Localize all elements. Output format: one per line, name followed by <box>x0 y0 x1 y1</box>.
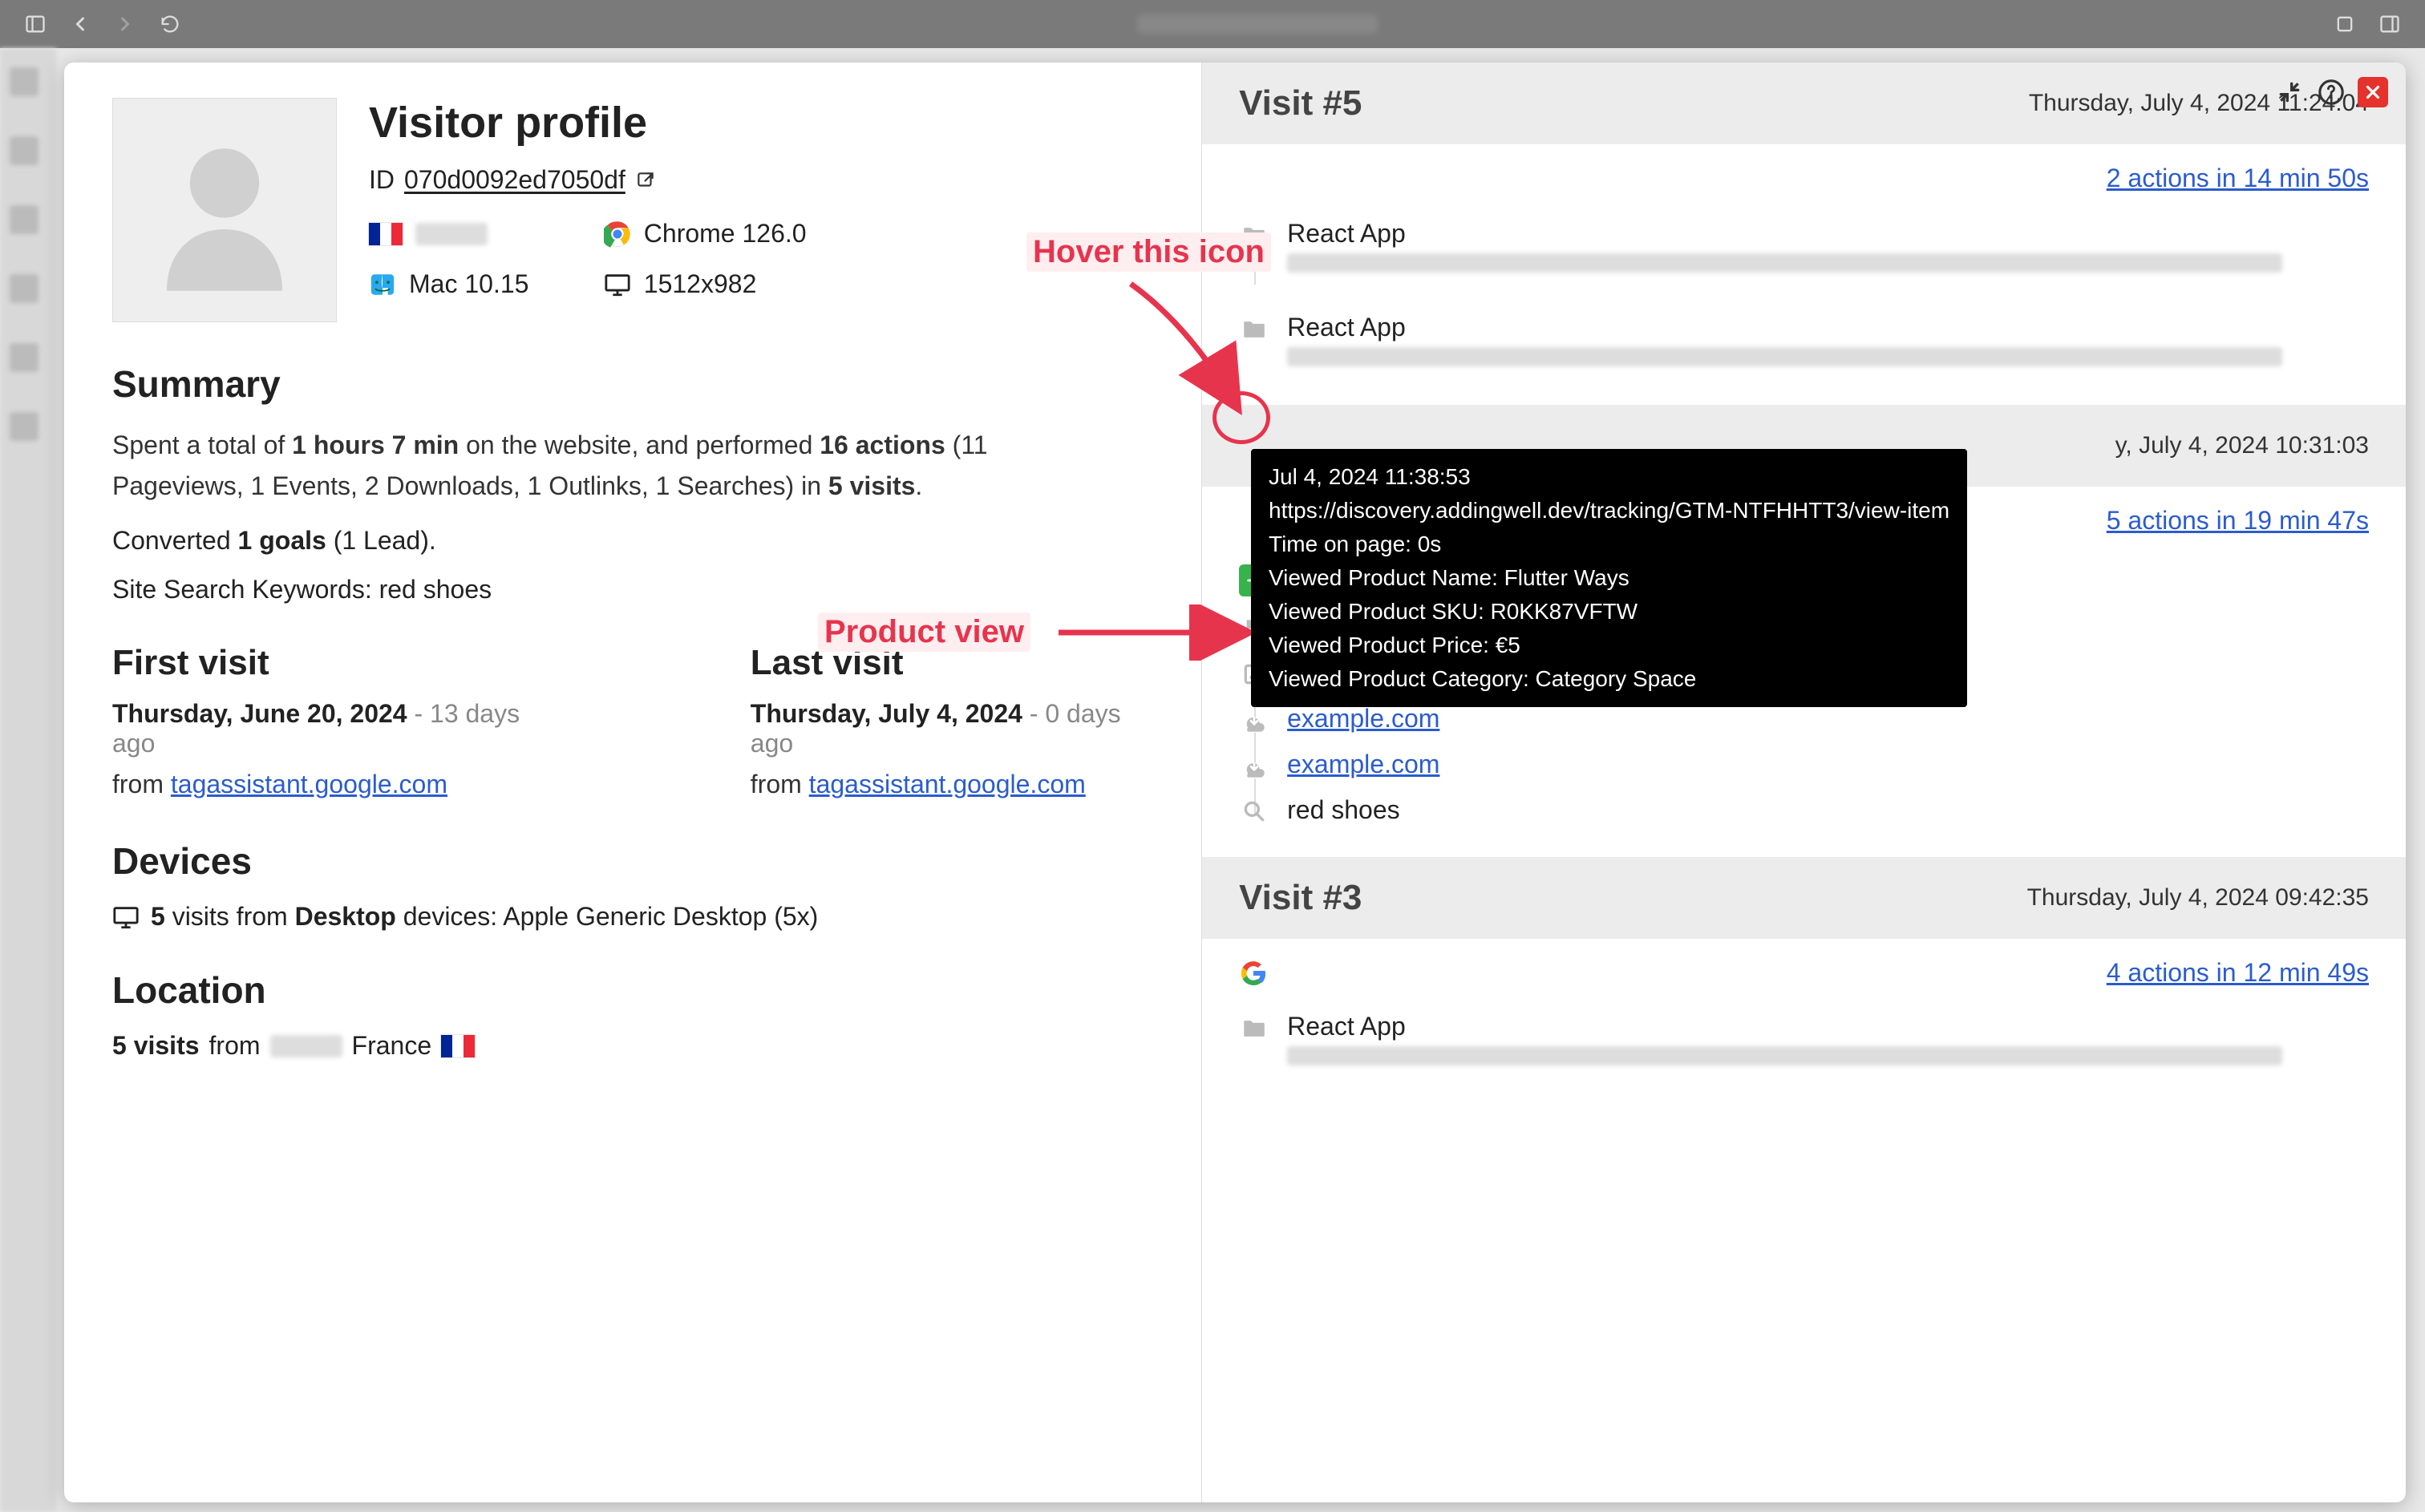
app-sidebar <box>0 48 56 1512</box>
actions-summary-link[interactable]: 5 actions in 19 min 47s <box>2107 506 2369 535</box>
location-line: 5 visits from France <box>112 1031 1145 1061</box>
minimize-icon[interactable] <box>2274 77 2305 107</box>
sidebar-toggle-icon[interactable] <box>24 13 47 35</box>
search-term: red shoes <box>1287 795 1400 824</box>
tabs-icon[interactable] <box>2378 13 2401 35</box>
monitor-icon <box>112 904 140 931</box>
devices-heading: Devices <box>112 839 1145 883</box>
annotation-arrow-icon <box>1051 604 1251 661</box>
action-row: React App <box>1239 305 2369 381</box>
visit-header: Visit #5 Thursday, July 4, 2024 11:24:04 <box>1202 63 2406 144</box>
download-icon <box>1241 753 1267 778</box>
devices-line: 5 visits from Desktop devices: Apple Gen… <box>112 902 1145 932</box>
annotation-arrow-icon <box>1115 276 1251 420</box>
visitor-id-link[interactable]: 070d0092ed7050df <box>404 165 625 195</box>
close-icon[interactable] <box>2358 77 2388 107</box>
location-heading: Location <box>112 968 1145 1012</box>
last-visit-from: from tagassistant.google.com <box>751 770 1145 799</box>
annotation-hover: Hover this icon <box>1026 232 1271 272</box>
last-visit-date: Thursday, July 4, 2024 - 0 days ago <box>751 699 1145 758</box>
action-label: React App <box>1287 313 2369 342</box>
visit-header: Visit #3 Thursday, July 4, 2024 09:42:35 <box>1202 857 2406 939</box>
action-label: React App <box>1287 1012 2369 1041</box>
visit-title: Visit #5 <box>1239 83 1362 123</box>
summary-ssk: Site Search Keywords: red shoes <box>112 575 1145 604</box>
summary-text: Spent a total of 1 hours 7 min on the we… <box>112 425 1115 507</box>
summary-heading: Summary <box>112 362 1145 406</box>
first-visit-from: from tagassistant.google.com <box>112 770 542 799</box>
first-visit-heading: First visit <box>112 643 542 683</box>
annotation-productview: Product view <box>818 612 1030 652</box>
flag-france-icon <box>369 223 403 245</box>
flag-france-icon <box>441 1035 475 1057</box>
browser-label: Chrome 126.0 <box>644 219 807 249</box>
visit-timestamp: y, July 4, 2024 10:31:03 <box>2115 432 2369 459</box>
first-visit-date: Thursday, June 20, 2024 - 13 days ago <box>112 699 542 758</box>
summary-goals: Converted 1 goals (1 Lead). <box>112 526 1145 556</box>
browser-toolbar <box>0 0 2425 48</box>
action-tooltip: Jul 4, 2024 11:38:53 https://discovery.a… <box>1251 449 1967 707</box>
finder-icon <box>369 271 396 298</box>
reload-icon[interactable] <box>159 13 181 35</box>
download-icon <box>1241 707 1267 733</box>
last-visit-referrer-link[interactable]: tagassistant.google.com <box>809 770 1086 798</box>
action-label: React App <box>1287 219 2369 249</box>
action-row: example.com <box>1239 742 2369 787</box>
page-title: Visitor profile <box>369 98 807 148</box>
forward-icon[interactable] <box>114 13 136 35</box>
resolution-label: 1512x982 <box>644 269 757 299</box>
visit-timestamp: Thursday, July 4, 2024 09:42:35 <box>2027 884 2369 912</box>
download-link[interactable]: example.com <box>1287 704 1439 733</box>
share-icon[interactable] <box>2334 13 2356 35</box>
action-url-blurred <box>1287 253 2282 273</box>
external-link-icon[interactable] <box>635 170 656 191</box>
folder-icon[interactable] <box>1241 1015 1268 1042</box>
action-row: React App <box>1239 211 2369 287</box>
id-label: ID <box>369 165 395 195</box>
help-icon[interactable] <box>2316 77 2346 107</box>
chrome-browser-icon <box>604 220 631 248</box>
action-row: React App <box>1239 1004 2369 1080</box>
first-visit-referrer-link[interactable]: tagassistant.google.com <box>171 770 447 798</box>
avatar <box>112 98 337 322</box>
actions-summary-link[interactable]: 2 actions in 14 min 50s <box>2107 164 2369 192</box>
url-bar[interactable] <box>1137 14 1378 34</box>
download-link[interactable]: example.com <box>1287 750 1439 778</box>
monitor-icon <box>604 271 631 298</box>
visit-title: Visit #3 <box>1239 878 1362 918</box>
back-icon[interactable] <box>69 13 91 35</box>
search-icon <box>1241 798 1267 824</box>
action-url-blurred <box>1287 1046 2282 1065</box>
actions-summary-link[interactable]: 4 actions in 12 min 49s <box>2107 958 2369 988</box>
google-referrer-icon <box>1239 959 1268 988</box>
city-blurred <box>415 223 488 245</box>
os-label: Mac 10.15 <box>409 269 528 299</box>
action-row: red shoes <box>1239 787 2369 833</box>
action-url-blurred <box>1287 347 2282 366</box>
